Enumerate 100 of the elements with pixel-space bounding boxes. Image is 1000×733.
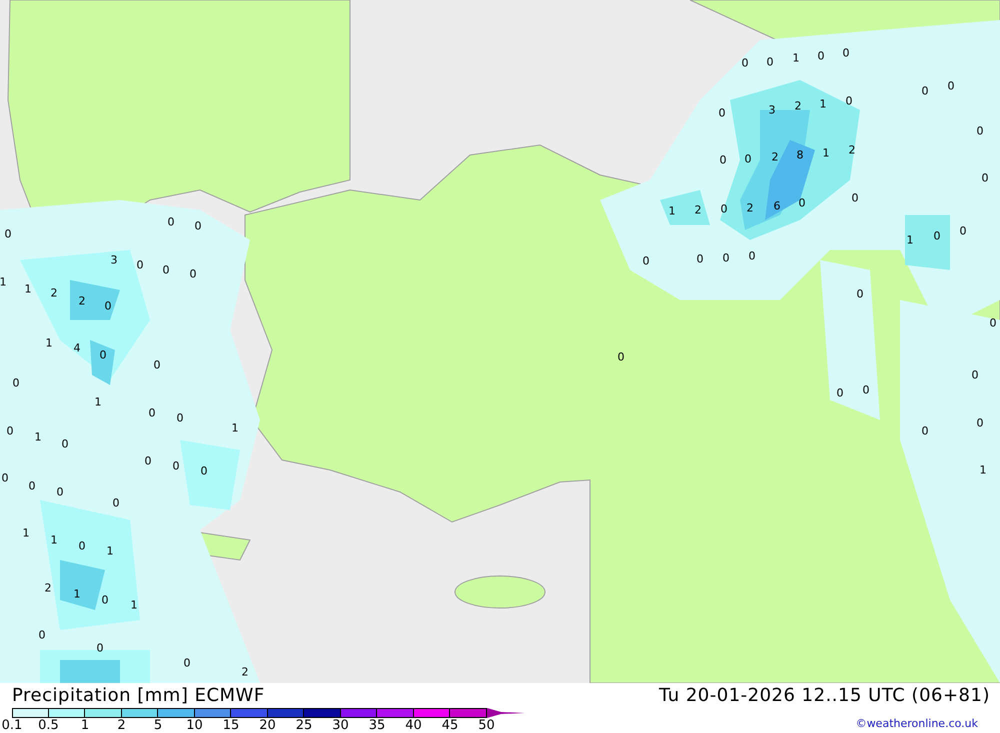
precipitation-value: 0 [922, 426, 928, 436]
precipitation-value: 0 [856, 288, 864, 300]
precipitation-value: 0 [852, 192, 858, 204]
precipitation-value: 0 [96, 642, 104, 654]
precipitation-value: 0 [722, 252, 730, 264]
legend-label: 1 [80, 719, 90, 733]
precipitation-value: 1 [24, 284, 32, 294]
precipitation-value: 2 [78, 296, 86, 306]
legend-label: 15 [222, 719, 240, 733]
precipitation-value: 0 [62, 438, 68, 450]
legend-label: 2 [117, 719, 126, 733]
legend-label: 40 [405, 719, 422, 733]
precipitation-value: 0 [102, 594, 108, 606]
precipitation-value: 0 [836, 388, 844, 398]
legend-label: 45 [442, 719, 458, 733]
legend-label: 25 [296, 719, 312, 733]
precipitation-value: 1 [46, 338, 52, 348]
precipitation-value: 6 [774, 200, 780, 212]
precipitation-value: 1 [22, 528, 30, 538]
precipitation-value: 1 [232, 422, 238, 434]
precipitation-value: 0 [172, 460, 180, 472]
precipitation-value: 0 [720, 154, 726, 166]
precipitation-value: 0 [862, 384, 870, 396]
precipitation-value: 0 [948, 80, 954, 92]
precipitation-value: 0 [798, 198, 806, 208]
precipitation-value: 2 [50, 288, 58, 298]
precipitation-value: 0 [104, 300, 112, 312]
precipitation-value: 0 [100, 350, 106, 360]
precipitation-value: 2 [242, 666, 248, 678]
precipitation-value: 2 [694, 204, 702, 216]
precipitation-value: 0 [934, 230, 940, 242]
precipitation-value: 0 [162, 264, 170, 276]
legend-label: 10 [186, 719, 203, 733]
precipitation-value: 0 [12, 378, 20, 388]
precipitation-value: 0 [696, 254, 704, 264]
precipitation-value: 0 [960, 226, 966, 236]
precipitation-value: 2 [44, 582, 52, 594]
credit-link[interactable]: ©weatheronline.co.uk [856, 717, 978, 730]
precipitation-value: 1 [668, 206, 676, 216]
precipitation-value: 0 [720, 204, 728, 214]
precipitation-value: 0 [972, 370, 978, 380]
precipitation-value: 0 [842, 48, 850, 58]
legend-label: 50 [478, 719, 495, 733]
precipitation-value: 0 [28, 480, 36, 492]
precipitation-value: 0 [176, 412, 184, 424]
precipitation-value: 1 [34, 432, 42, 442]
precipitation-value: 0 [2, 472, 8, 484]
precipitation-value: 2 [746, 202, 754, 214]
precipitation-value: 1 [820, 98, 826, 110]
precipitation-value: 0 [112, 498, 120, 508]
chart-title: Precipitation [mm] ECMWF [12, 684, 265, 706]
precipitation-value: 0 [4, 228, 12, 240]
precipitation-value: 0 [6, 426, 14, 436]
precipitation-value: 0 [78, 540, 86, 552]
precipitation-value: 0 [200, 466, 208, 476]
precipitation-value: 1 [50, 534, 58, 546]
precipitation-value: 0 [976, 126, 984, 136]
precipitation-value: 1 [980, 464, 986, 476]
precipitation-value: 0 [144, 456, 152, 466]
precipitation-value: 0 [190, 268, 196, 280]
precipitation-value: 2 [848, 144, 856, 156]
legend-label: 30 [332, 719, 349, 733]
precipitation-value: 0 [148, 408, 156, 418]
legend-label: 0.1 [2, 719, 22, 733]
precipitation-value: 1 [906, 234, 914, 246]
precipitation-value: 0 [168, 216, 174, 228]
precipitation-value: 8 [796, 150, 804, 160]
precipitation-value: 0 [922, 86, 928, 96]
legend-label: 0.5 [38, 719, 59, 733]
precipitation-value: 0 [990, 318, 996, 328]
precipitation-value: 0 [194, 220, 202, 232]
precipitation-value: 0 [154, 360, 160, 370]
precipitation-value: 1 [792, 52, 800, 64]
precipitation-value: 2 [772, 152, 778, 162]
precipitation-value: 1 [822, 148, 830, 158]
precipitation-value: 4 [74, 342, 80, 354]
precipitation-value: 0 [744, 154, 752, 164]
precipitation-value: 0 [748, 250, 756, 262]
precipitation-value: 0 [184, 658, 190, 668]
precipitation-value: 0 [136, 260, 144, 270]
precipitation-value: 1 [94, 396, 102, 408]
precipitation-value: 1 [74, 588, 80, 600]
precipitation-value: 0 [618, 352, 624, 362]
precipitation-value: 0 [976, 418, 984, 428]
precipitation-value: 3 [110, 254, 118, 266]
precipitation-value: 2 [794, 100, 802, 112]
precipitation-value: 0 [982, 172, 988, 184]
precipitation-value: 0 [642, 256, 650, 266]
precipitation-value: 1 [0, 276, 6, 288]
legend-label: 5 [154, 719, 162, 733]
precipitation-value: 0 [38, 630, 46, 640]
precipitation-value: 0 [718, 108, 726, 118]
precipitation-value: 0 [766, 56, 774, 68]
precipitation-value: 0 [742, 58, 748, 68]
precipitation-value: 3 [768, 104, 776, 116]
precipitation-value: 1 [130, 600, 138, 610]
legend-label: 35 [368, 719, 386, 733]
precipitation-value: 0 [818, 50, 824, 62]
forecast-time: Tu 20-01-2026 12..15 UTC (06+81) [658, 684, 990, 706]
precipitation-value: 1 [106, 546, 114, 556]
